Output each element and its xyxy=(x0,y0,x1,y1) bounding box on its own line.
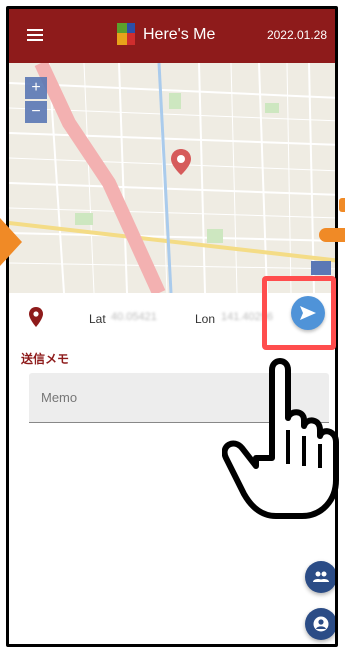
menu-icon[interactable] xyxy=(27,29,45,43)
app-logo-group: Here's Me xyxy=(117,23,215,47)
location-pin-icon xyxy=(29,307,43,330)
header-date: 2022.01.28 xyxy=(266,28,327,42)
send-icon xyxy=(300,306,316,320)
account-icon xyxy=(313,616,329,632)
memo-heading: 送信メモ xyxy=(21,352,70,366)
account-button[interactable] xyxy=(305,608,335,640)
zoom-out-button[interactable]: − xyxy=(25,101,47,123)
app-bar: Here's Me 2022.01.28 xyxy=(9,9,335,63)
left-pointer-arrow xyxy=(0,218,22,266)
map-location-marker-icon[interactable] xyxy=(171,149,191,180)
pointing-hand-icon xyxy=(221,340,342,525)
zoom-controls: + − xyxy=(25,77,47,125)
group-icon xyxy=(313,571,329,582)
lat-label: Lat xyxy=(89,312,106,326)
app-logo-icon xyxy=(117,23,137,47)
map-view[interactable]: + − xyxy=(9,63,335,293)
group-button[interactable] xyxy=(305,561,335,593)
right-orange-marks xyxy=(317,198,345,258)
lon-label: Lon xyxy=(195,312,216,326)
lat-value: 40.05421 xyxy=(111,311,157,323)
zoom-in-button[interactable]: + xyxy=(25,77,47,99)
app-title: Here's Me xyxy=(143,26,216,43)
send-button[interactable] xyxy=(291,296,325,330)
